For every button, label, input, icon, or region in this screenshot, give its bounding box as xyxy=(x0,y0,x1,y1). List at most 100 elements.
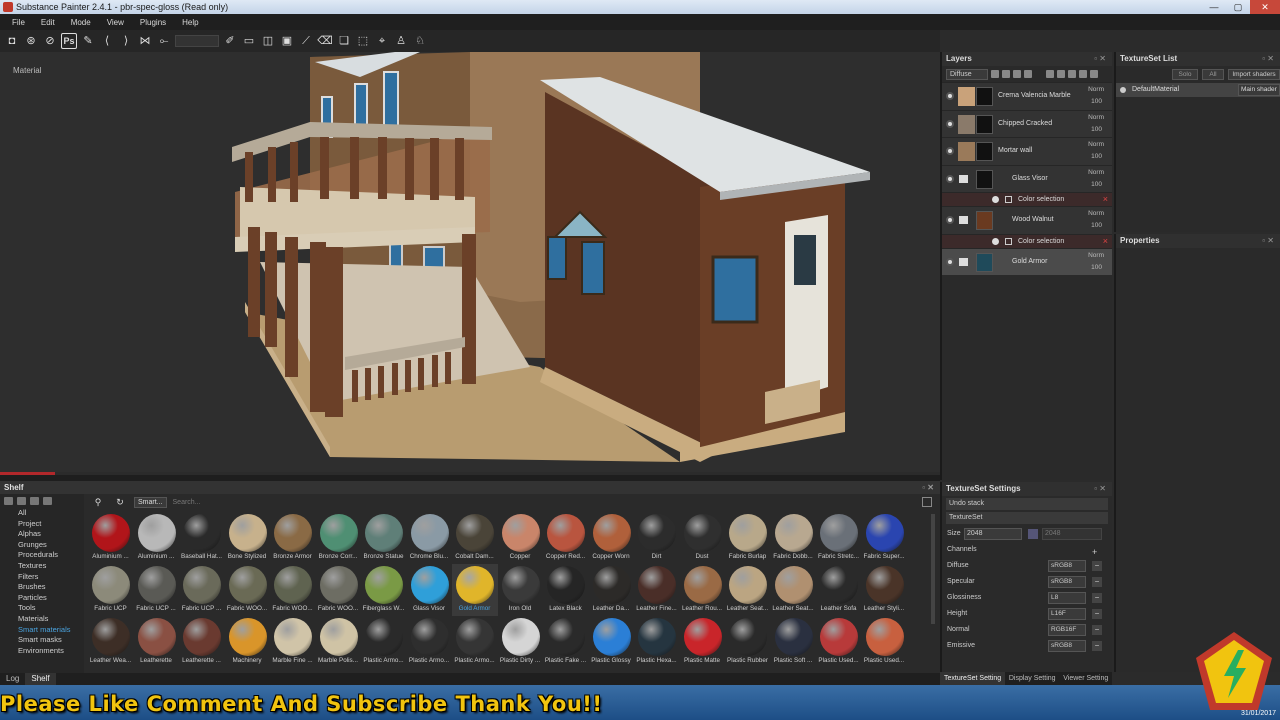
layer-row[interactable]: Chipped Cracked Norm 100 xyxy=(942,109,1112,137)
material-item[interactable]: Plastic Used... xyxy=(816,616,862,668)
material-item[interactable]: Plastic Rubber xyxy=(725,616,771,668)
layer-opacity[interactable]: 100 xyxy=(1091,264,1102,271)
material-item[interactable]: Fabric WOO... xyxy=(225,564,271,616)
material-item[interactable]: Plastic Armo... xyxy=(407,616,453,668)
remove-effect-icon[interactable]: × xyxy=(1103,194,1108,204)
material-item[interactable]: Aluminium ... xyxy=(134,512,180,564)
visibility-eye-icon[interactable] xyxy=(946,174,954,183)
refresh-icon[interactable]: ↻ xyxy=(112,494,128,510)
layer-blend-mode[interactable]: Norm xyxy=(1088,210,1104,217)
remove-effect-icon[interactable]: × xyxy=(1103,236,1108,246)
category-item[interactable]: Procedurals xyxy=(18,550,84,561)
material-item[interactable]: Leather Styli... xyxy=(862,564,908,616)
channel-dropdown[interactable]: Diffuse xyxy=(946,68,988,80)
material-item[interactable]: Fiberglass W... xyxy=(361,564,407,616)
layer-opacity[interactable]: 100 xyxy=(1091,98,1102,105)
maximize-button[interactable]: ▢ xyxy=(1226,0,1250,14)
menu-mode[interactable]: Mode xyxy=(63,18,99,27)
layer-row[interactable]: Glass Visor Norm 100 xyxy=(942,164,1112,192)
material-item[interactable]: Fabric WOO... xyxy=(316,564,362,616)
person-icon[interactable]: ♙ xyxy=(393,33,409,49)
layer-opacity[interactable]: 100 xyxy=(1091,126,1102,133)
folder-icon[interactable] xyxy=(959,257,968,266)
substance-icon[interactable]: ⊛ xyxy=(23,33,39,49)
layer-row[interactable]: Gold Armor Norm 100 xyxy=(942,247,1112,275)
material-item[interactable]: Aluminium ... xyxy=(88,512,134,564)
menu-plugins[interactable]: Plugins xyxy=(132,18,174,27)
new-folder-icon[interactable] xyxy=(17,497,26,505)
category-item[interactable]: Filters xyxy=(18,572,84,583)
material-item[interactable]: Leather Sofa xyxy=(816,564,862,616)
stamp-icon[interactable]: ♘ xyxy=(412,33,428,49)
panel-pin-icon[interactable]: ▫ ✕ xyxy=(1094,52,1106,66)
material-item[interactable]: Leather Rou... xyxy=(680,564,726,616)
solo-button[interactable]: Solo xyxy=(1172,69,1198,80)
shelf-scrollbar[interactable] xyxy=(931,514,935,624)
category-item[interactable]: Smart materials xyxy=(18,625,84,636)
category-item[interactable]: Brushes xyxy=(18,582,84,593)
material-item[interactable]: Glass Visor xyxy=(407,564,453,616)
folder-icon[interactable] xyxy=(1068,70,1076,78)
duplicate-icon[interactable] xyxy=(1079,70,1087,78)
material-item[interactable]: Plastic Dirty ... xyxy=(498,616,544,668)
material-item[interactable]: Fabric UCP xyxy=(88,564,134,616)
symmetry-icon[interactable]: ⟩ xyxy=(118,33,134,49)
layer-mask-effect[interactable]: Color selection × xyxy=(942,233,1112,248)
remove-channel-button[interactable]: − xyxy=(1092,577,1102,587)
category-item[interactable]: Particles xyxy=(18,593,84,604)
material-item[interactable]: Copper xyxy=(498,512,544,564)
polygon-fill-icon[interactable]: ▣ xyxy=(279,33,295,49)
material-item[interactable]: Latex Black xyxy=(543,564,589,616)
radio-icon[interactable] xyxy=(1120,87,1126,93)
search-input[interactable]: Search... xyxy=(173,499,201,506)
tab-viewer-settings[interactable]: Viewer Setting xyxy=(1059,672,1112,685)
material-item[interactable]: Leather Seat... xyxy=(725,564,771,616)
eraser-icon[interactable]: ⌫ xyxy=(317,33,333,49)
panel-pin-icon[interactable]: ▫ ✕ xyxy=(1262,234,1274,248)
category-item[interactable]: Smart masks xyxy=(18,635,84,646)
material-item[interactable]: Plastic Soft ... xyxy=(771,616,817,668)
category-item[interactable]: Alphas xyxy=(18,529,84,540)
material-item[interactable]: Fabric Super... xyxy=(862,512,908,564)
no-entry-icon[interactable]: ⊘ xyxy=(42,33,58,49)
remove-channel-button[interactable]: − xyxy=(1092,609,1102,619)
material-item[interactable]: Fabric Burlap xyxy=(725,512,771,564)
all-button[interactable]: All xyxy=(1202,69,1224,80)
lazy-mouse-icon[interactable]: ⋈ xyxy=(137,33,153,49)
remove-channel-button[interactable]: − xyxy=(1092,641,1102,651)
layer-blend-mode[interactable]: Norm xyxy=(1088,252,1104,259)
layer-mode-icon[interactable]: ⟜ xyxy=(156,33,172,49)
channel-format-dropdown[interactable]: sRGB8 xyxy=(1048,560,1086,572)
material-item[interactable]: Dust xyxy=(680,512,726,564)
filter-chip[interactable]: Smart... xyxy=(134,496,167,508)
material-item[interactable]: Baseball Hat... xyxy=(179,512,225,564)
textureset-field[interactable]: TextureSet xyxy=(946,512,1108,524)
visibility-eye-icon[interactable] xyxy=(946,216,954,224)
material-item[interactable]: Chrome Blu... xyxy=(407,512,453,564)
size-dropdown[interactable]: 2048 xyxy=(964,528,1022,540)
photoshop-export-button[interactable]: Ps xyxy=(61,33,77,49)
visibility-eye-icon[interactable] xyxy=(992,196,999,203)
shader-dropdown[interactable]: Main shader xyxy=(1238,84,1280,96)
channel-format-dropdown[interactable]: RGB16F xyxy=(1048,624,1086,636)
visibility-eye-icon[interactable] xyxy=(946,92,954,100)
3d-viewport[interactable]: Material xyxy=(0,52,940,472)
add-filter-icon[interactable] xyxy=(1013,70,1021,78)
material-item[interactable]: Plastic Used... xyxy=(862,616,908,668)
material-item[interactable]: Marble Polis... xyxy=(316,616,362,668)
filter-icon[interactable]: ⚲ xyxy=(90,494,106,510)
add-layer-icon[interactable] xyxy=(1057,70,1065,78)
paint-icon[interactable]: ✐ xyxy=(222,33,238,49)
tab-shelf[interactable]: Shelf xyxy=(25,673,56,685)
menu-edit[interactable]: Edit xyxy=(33,18,63,27)
material-item[interactable]: Leather Fine... xyxy=(634,564,680,616)
selection-icon[interactable]: ⬚ xyxy=(355,33,371,49)
grid-view-icon[interactable] xyxy=(922,497,932,507)
category-item[interactable]: All xyxy=(18,508,84,519)
material-item[interactable]: Fabric Dobb... xyxy=(771,512,817,564)
layer-row[interactable]: Wood Walnut Norm 100 xyxy=(942,206,1112,234)
category-item[interactable]: Grunges xyxy=(18,540,84,551)
material-item[interactable]: Leatherette xyxy=(134,616,180,668)
folder-icon[interactable] xyxy=(959,174,968,183)
clone-icon[interactable]: ❏ xyxy=(336,33,352,49)
